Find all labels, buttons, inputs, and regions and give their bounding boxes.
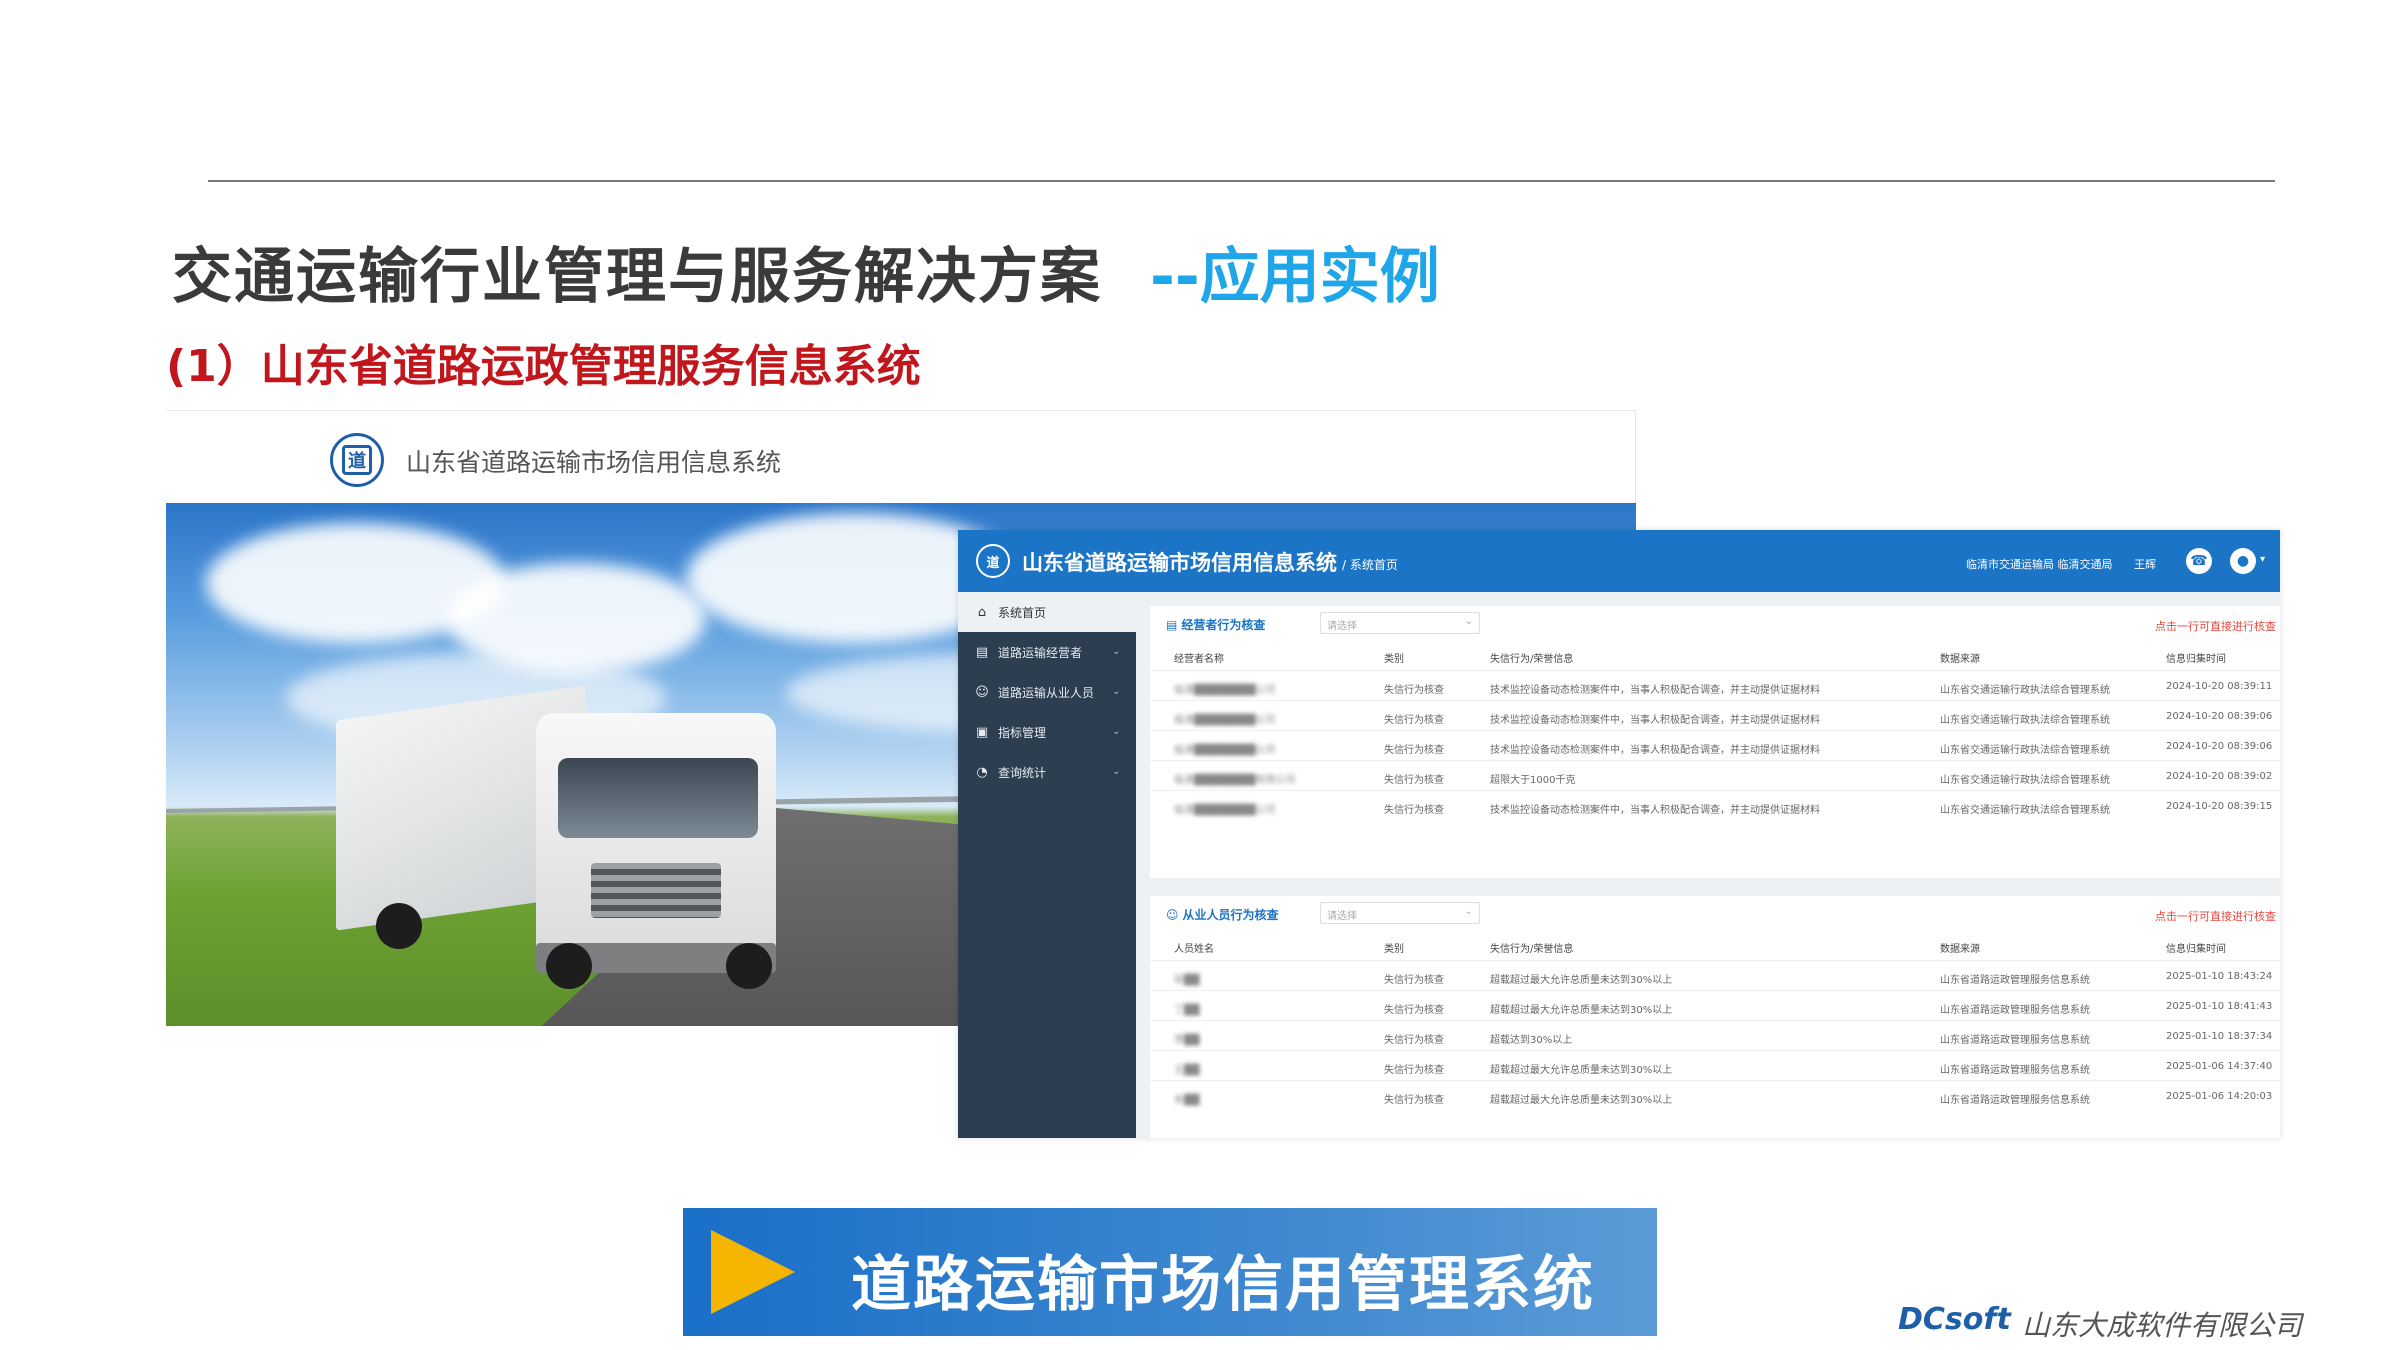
chevron-down-icon: ⌄ (1112, 767, 1120, 777)
sidebar-item-label: 道路运输从业人员 (998, 685, 1095, 700)
column-header: 数据来源 (1940, 654, 1980, 665)
table-row[interactable]: 临清████████公司 失信行为核查 技术监控设备动态检测案件中，当事人积极配合调… (1150, 790, 2280, 820)
operator-check-card: ▤ 经营者行为核查 请选择 ⌄ 点击一行可直接进行核查 经营者名称 类别 失信行为/… (1150, 606, 2280, 878)
org-label: 临清市交通运输局 临清交通局 (1966, 558, 2113, 571)
table-row[interactable]: 临清████████有限公司 失信行为核查 超限大于1000千克 山东省交通运输行政执… (1150, 760, 2280, 790)
column-header: 类别 (1384, 654, 1404, 665)
column-header: 失信行为/荣誉信息 (1490, 944, 1574, 955)
top-divider (208, 180, 2275, 182)
sidebar-item-home[interactable]: ⌂ 系统首页 (958, 592, 1136, 632)
pie-chart-icon: ◔ (976, 764, 988, 780)
system-banner: 道路运输市场信用管理系统 (683, 1208, 1657, 1336)
user-name: 王辉 (2134, 558, 2156, 571)
emblem-icon: 道 (330, 433, 384, 487)
dashboard-title: 山东省道路运输市场信用信息系统 (1022, 551, 1337, 575)
table-row[interactable]: 临清████████公司 失信行为核查 技术监控设备动态检测案件中，当事人积极配合调… (1150, 730, 2280, 760)
sidebar-item-operators[interactable]: ▤ 道路运输经营者 ⌄ (958, 632, 1136, 672)
chevron-down-icon: ⌄ (1112, 647, 1120, 657)
chevron-down-icon: ⌄ (1112, 687, 1120, 697)
section-title: (1）山东省道路运政管理服务信息系统 (166, 341, 921, 392)
company-logo: DCsoft (1898, 1302, 2011, 1337)
chevron-down-icon: ⌄ (1464, 616, 1473, 627)
sidebar-item-personnel[interactable]: ☺ 道路运输从业人员 ⌄ (958, 672, 1136, 712)
chevron-down-icon: ⌄ (1464, 906, 1473, 917)
table-row[interactable]: 李██ 失信行为核查 超载达到30%以上 山东省道路运政管理服务信息系统 2025-01… (1150, 1020, 2280, 1050)
table-row[interactable]: 王██ 失信行为核查 超载超过最大允许总质量未达到30%以上 山东省道路运政管理服务信… (1150, 1050, 2280, 1080)
column-header: 人员姓名 (1174, 944, 1214, 955)
login-header: 道 山东省道路运输市场信用信息系统 (166, 411, 1635, 503)
column-header: 信息归集时间 (2166, 654, 2226, 665)
users-icon: ☺ (1166, 908, 1179, 922)
login-system-title: 山东省道路运输市场信用信息系统 (406, 448, 782, 477)
dashboard-emblem-icon: 道 (976, 544, 1010, 578)
column-header: 经营者名称 (1174, 654, 1224, 665)
column-header: 类别 (1384, 944, 1404, 955)
sidebar-item-statistics[interactable]: ◔ 查询统计 ⌄ (958, 752, 1136, 792)
dashboard-header: 道 山东省道路运输市场信用信息系统 / 系统首页 临清市交通运输局 临清交通局 … (958, 530, 2280, 592)
company-name: 山东大成软件有限公司 (2022, 1309, 2303, 1342)
table-header: 人员姓名 类别 失信行为/荣誉信息 数据来源 信息归集时间 (1150, 930, 2280, 960)
table-row[interactable]: 张██ 失信行为核查 超载超过最大允许总质量未达到30%以上 山东省道路运政管理服务信… (1150, 960, 2280, 990)
truck (336, 685, 796, 1003)
dashboard-screenshot: 道 山东省道路运输市场信用信息系统 / 系统首页 临清市交通运输局 临清交通局 … (958, 530, 2280, 1138)
table-row[interactable]: 临清████████公司 失信行为核查 技术监控设备动态检测案件中，当事人积极配合调… (1150, 700, 2280, 730)
chevron-down-icon: ⌄ (1112, 727, 1120, 737)
column-header: 数据来源 (1940, 944, 1980, 955)
user-avatar-icon[interactable]: ● (2230, 548, 2256, 574)
slide-title: 交通运输行业管理与服务解决方案 (172, 242, 1102, 312)
sidebar-item-label: 道路运输经营者 (998, 645, 1083, 660)
table-row[interactable]: 丁██ 失信行为核查 超载超过最大允许总质量未达到30%以上 山东省道路运政管理服务信… (1150, 990, 2280, 1020)
sidebar-item-label: 系统首页 (998, 605, 1047, 620)
table-row[interactable]: 临清████████公司 失信行为核查 技术监控设备动态检测案件中，当事人积极配合调… (1150, 670, 2280, 700)
card-title: ☺ 从业人员行为核查 (1166, 908, 1279, 922)
slide-subtitle: --应用实例 (1150, 242, 1440, 312)
building-icon: ▤ (1166, 618, 1178, 632)
emblem-glyph: 道 (342, 445, 372, 475)
sidebar-item-label: 指标管理 (998, 725, 1047, 740)
sidebar-item-label: 查询统计 (998, 765, 1047, 780)
phone-icon[interactable]: ☎ (2186, 548, 2212, 574)
column-header: 失信行为/荣誉信息 (1490, 654, 1574, 665)
card-title: ▤ 经营者行为核查 (1166, 618, 1266, 632)
table-row[interactable]: 朱██ 失信行为核查 超载超过最大允许总质量未达到30%以上 山东省道路运政管理服务信… (1150, 1080, 2280, 1110)
sidebar-item-indicators[interactable]: ▣ 指标管理 ⌄ (958, 712, 1136, 752)
play-icon (711, 1230, 795, 1314)
building-icon: ▤ (975, 644, 989, 660)
personnel-check-card: ☺ 从业人员行为核查 请选择 ⌄ 点击一行可直接进行核查 人员姓名 类别 失信行为/… (1150, 896, 2280, 1138)
card-hint: 点击一行可直接进行核查 (2155, 620, 2276, 633)
card-hint: 点击一行可直接进行核查 (2155, 910, 2276, 923)
breadcrumb: / 系统首页 (1342, 558, 1398, 572)
personnel-filter-select[interactable]: 请选择 ⌄ (1320, 902, 1480, 924)
operator-filter-select[interactable]: 请选择 ⌄ (1320, 612, 1480, 634)
list-icon: ▣ (975, 724, 989, 740)
banner-label: 道路运输市场信用管理系统 (851, 1250, 1595, 1320)
chevron-down-icon[interactable]: ▾ (2260, 554, 2265, 565)
sidebar: ⌂ 系统首页 ▤ 道路运输经营者 ⌄ ☺ 道路运输从业人员 ⌄ ▣ 指标管理 ⌄… (958, 592, 1136, 1138)
table-header: 经营者名称 类别 失信行为/荣誉信息 数据来源 信息归集时间 (1150, 640, 2280, 670)
column-header: 信息归集时间 (2166, 944, 2226, 955)
users-icon: ☺ (975, 684, 989, 700)
home-icon: ⌂ (977, 604, 987, 620)
